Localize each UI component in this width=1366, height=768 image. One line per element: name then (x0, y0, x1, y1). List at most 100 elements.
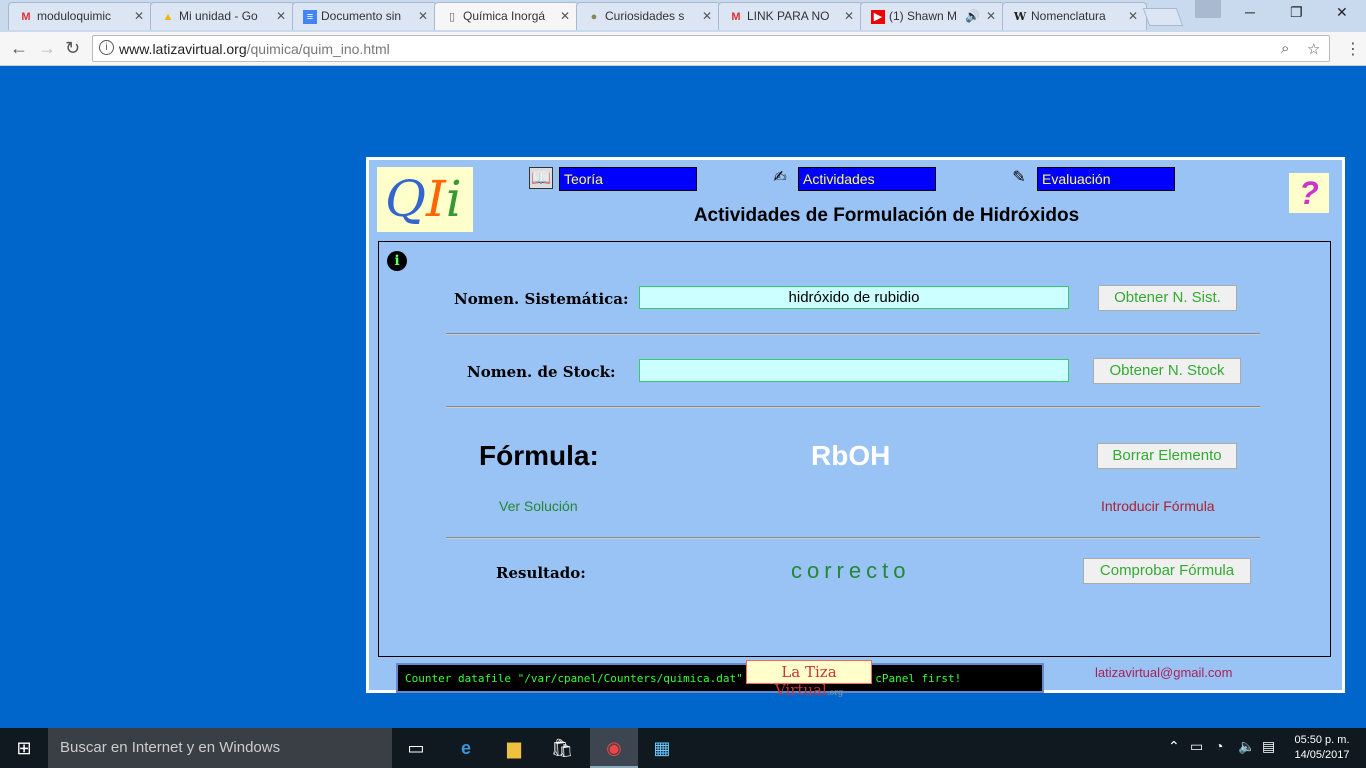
sistematica-field[interactable]: hidróxido de rubidio (639, 286, 1069, 309)
url-path: /quimica/quim_ino.html (246, 41, 390, 57)
email-link[interactable]: latizavirtual@gmail.com (1095, 665, 1232, 680)
gmail-icon: M (21, 11, 31, 23)
new-tab-button[interactable] (1142, 8, 1184, 26)
app-icon[interactable]: ▦ (648, 736, 676, 760)
tab-0[interactable]: M moduloquimic ✕ (8, 2, 153, 30)
bookmark-star-icon[interactable]: ☆ (1307, 40, 1320, 58)
resultado-label: Resultado: (496, 564, 586, 582)
stock-label: Nomen. de Stock: (467, 363, 616, 381)
back-icon[interactable]: ← (10, 38, 28, 59)
gmail-icon: M (731, 11, 741, 23)
browser-toolbar: ← → ↻ i www.latizavirtual.org/quimica/qu… (0, 32, 1366, 66)
tab-3[interactable]: ▯ Química Inorgá ✕ (434, 2, 579, 30)
tab-label: Mi unidad - Go (179, 9, 258, 23)
obtener-sist-button[interactable]: Obtener N. Sist. (1098, 285, 1237, 311)
evaluation-icon: ✎ (1012, 169, 1026, 186)
stock-field[interactable] (639, 359, 1069, 382)
chevron-up-icon[interactable]: ⌃ (1168, 738, 1180, 755)
edge-icon[interactable]: e (452, 736, 480, 760)
minimize-icon[interactable]: ─ (1245, 4, 1255, 20)
clock-time: 05:50 p. m. (1294, 734, 1350, 746)
forward-icon[interactable]: → (38, 38, 56, 59)
close-icon[interactable]: ✕ (276, 9, 286, 23)
task-view-icon[interactable]: ▭ (402, 736, 430, 760)
address-bar[interactable]: i www.latizavirtual.org/quimica/quim_ino… (92, 35, 1330, 62)
divider (446, 333, 1260, 335)
tab-1[interactable]: ▲ Mi unidad - Go ✕ (150, 2, 295, 30)
resultado-value: correcto (791, 558, 911, 583)
notifications-icon[interactable]: ▤ (1262, 738, 1275, 755)
page-title: Actividades de Formulación de Hidróxidos (693, 205, 1080, 226)
close-icon[interactable]: ✕ (418, 9, 428, 23)
sistematica-label: Nomen. Sistemática: (454, 290, 629, 308)
formula-value: RbOH (811, 440, 891, 471)
drive-icon: ▲ (162, 11, 174, 23)
logo: QIi (377, 167, 473, 232)
wifi-icon[interactable]: ◔ (1215, 738, 1223, 754)
store-icon[interactable]: 🛍 (548, 736, 576, 760)
volume-icon[interactable]: 🔈 (1238, 738, 1255, 755)
site-info-icon[interactable]: i (99, 40, 114, 55)
introducir-formula-link[interactable]: Introducir Fórmula (1101, 498, 1215, 514)
profile-icon[interactable] (1195, 0, 1221, 18)
tab-label: moduloquimic (37, 9, 112, 23)
tab-7[interactable]: W Nomenclatura ✕ (1002, 2, 1147, 30)
owl-icon: ● (590, 11, 598, 23)
close-icon[interactable]: ✕ (560, 9, 570, 23)
tab-label: Nomenclatura (1031, 9, 1106, 23)
clock[interactable]: 05:50 p. m. 14/05/2017 (1290, 733, 1354, 763)
nav-teoria-label[interactable]: Teoría (559, 167, 697, 191)
tab-5[interactable]: M LINK PARA NO ✕ (718, 2, 863, 30)
counter-banner: Counter datafile "/var/cpanel/Counters/q… (396, 663, 1044, 693)
taskbar: ⊞ Buscar en Internet y en Windows ▭ e ▆ … (0, 728, 1366, 768)
page-icon: ▯ (448, 11, 456, 23)
docs-icon: ≡ (303, 10, 317, 24)
formula-label: Fórmula: (479, 440, 599, 471)
page-frame: QIi 📖 Teoría ✍ Actividades ✎ Evaluación … (366, 157, 1345, 699)
help-icon[interactable]: ? (1289, 173, 1329, 213)
taskbar-search[interactable]: Buscar en Internet y en Windows (48, 728, 392, 768)
close-icon[interactable]: ✕ (702, 9, 712, 23)
tab-label: Química Inorgá (463, 9, 546, 23)
windows-start-icon[interactable]: ⊞ (0, 728, 48, 768)
battery-icon[interactable]: ▭ (1190, 738, 1203, 755)
tab-label: Documento sin (321, 9, 402, 23)
tab-label: LINK PARA NO (747, 9, 830, 23)
close-icon[interactable]: ✕ (134, 9, 144, 23)
tab-4[interactable]: ● Curiosidades s ✕ (576, 2, 721, 30)
tiza-suffix: .org (826, 688, 844, 697)
nav-evaluacion-label[interactable]: Evaluación (1037, 167, 1175, 191)
zoom-icon[interactable]: ⌕ (1281, 40, 1289, 57)
clock-date: 14/05/2017 (1294, 749, 1350, 761)
maximize-icon[interactable]: ❐ (1290, 4, 1303, 21)
activities-icon: ✍ (773, 169, 787, 186)
divider (446, 406, 1260, 408)
close-icon[interactable]: ✕ (1128, 9, 1138, 23)
menu-icon[interactable]: ⋮ (1345, 39, 1361, 59)
tab-label: Curiosidades s (605, 9, 685, 23)
info-icon[interactable]: i (387, 251, 407, 271)
close-icon[interactable]: ✕ (844, 9, 854, 23)
wikipedia-icon: W (1013, 10, 1027, 23)
reload-icon[interactable]: ↻ (65, 38, 80, 59)
book-icon: 📖 (529, 167, 553, 189)
divider (446, 537, 1260, 539)
borrar-elemento-button[interactable]: Borrar Elemento (1097, 443, 1237, 469)
nav-actividades-label[interactable]: Actividades (798, 167, 936, 191)
comprobar-formula-button[interactable]: Comprobar Fórmula (1083, 558, 1251, 584)
ver-solucion-link[interactable]: Ver Solución (499, 498, 578, 514)
url-host: www.latizavirtual.org (119, 41, 247, 57)
file-explorer-icon[interactable]: ▆ (500, 736, 528, 760)
tab-6[interactable]: ▶ (1) Shawn M 🔊 ✕ (860, 2, 1005, 30)
chrome-icon[interactable]: ◉ (600, 736, 628, 760)
youtube-icon: ▶ (871, 10, 885, 24)
close-window-icon[interactable]: ✕ (1336, 4, 1348, 21)
close-icon[interactable]: 🔊 (965, 9, 980, 23)
obtener-stock-button[interactable]: Obtener N. Stock (1093, 358, 1241, 384)
tab-strip: M moduloquimic ✕ ▲ Mi unidad - Go ✕ ≡ Do… (0, 0, 1366, 32)
la-tiza-virtual-logo[interactable]: La Tiza Virtual.org (746, 660, 872, 699)
tab-2[interactable]: ≡ Documento sin ✕ (292, 2, 437, 30)
activity-panel: i Nomen. Sistemática: hidróxido de rubid… (378, 241, 1331, 657)
tab-label: (1) Shawn M (889, 9, 958, 23)
close-icon[interactable]: ✕ (986, 9, 996, 23)
